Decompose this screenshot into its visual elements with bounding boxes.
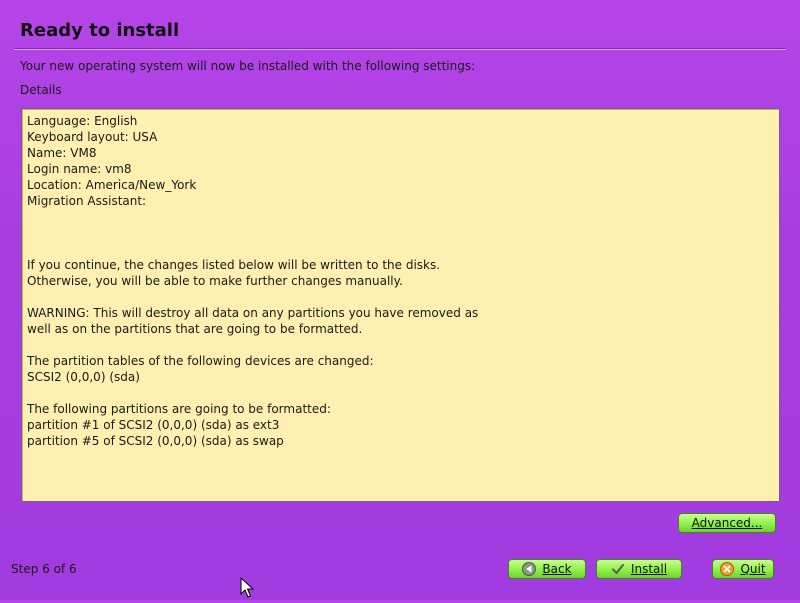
back-button-label: Back	[542, 562, 572, 576]
details-line: SCSI2 (0,0,0) (sda)	[27, 370, 140, 384]
details-line: partition #1 of SCSI2 (0,0,0) (sda) as e…	[27, 418, 280, 432]
mouse-pointer-icon	[240, 576, 255, 603]
page-subtitle: Your new operating system will now be in…	[20, 59, 476, 73]
details-textbox[interactable]: Language: English Keyboard layout: USA N…	[21, 108, 780, 502]
details-line	[27, 241, 779, 257]
back-button[interactable]: Back	[508, 559, 586, 579]
page-title: Ready to install	[20, 20, 180, 41]
details-line	[27, 289, 779, 305]
details-line: Name: VM8	[27, 146, 97, 160]
details-line	[27, 337, 779, 353]
details-line: Migration Assistant:	[27, 194, 147, 208]
details-line: If you continue, the changes listed belo…	[27, 258, 441, 272]
checkmark-icon	[611, 562, 625, 576]
details-line: well as on the partitions that are going…	[27, 322, 363, 336]
details-line	[27, 385, 779, 401]
details-line: The partition tables of the following de…	[27, 354, 374, 368]
details-line: Otherwise, you will be able to make furt…	[27, 274, 403, 288]
install-button[interactable]: Install	[596, 559, 682, 579]
details-line: partition #5 of SCSI2 (0,0,0) (sda) as s…	[27, 434, 284, 448]
arrow-left-icon	[522, 562, 537, 576]
details-label: Details	[20, 83, 62, 97]
details-line: The following partitions are going to be…	[27, 402, 331, 416]
details-line: WARNING: This will destroy all data on a…	[27, 306, 479, 320]
quit-button[interactable]: Quit	[712, 559, 774, 579]
title-divider	[14, 48, 786, 49]
details-line	[27, 225, 779, 241]
details-line: Login name: vm8	[27, 162, 132, 176]
advanced-button[interactable]: Advanced...	[678, 513, 776, 533]
quit-button-label: Quit	[740, 562, 766, 576]
details-line: Location: America/New_York	[27, 178, 197, 192]
advanced-button-label: Advanced...	[691, 516, 763, 530]
details-line: Language: English	[27, 114, 138, 128]
details-line	[27, 209, 779, 225]
step-indicator: Step 6 of 6	[11, 562, 77, 576]
details-line: Keyboard layout: USA	[27, 130, 158, 144]
close-circle-icon	[720, 562, 735, 576]
install-button-label: Install	[630, 562, 668, 576]
